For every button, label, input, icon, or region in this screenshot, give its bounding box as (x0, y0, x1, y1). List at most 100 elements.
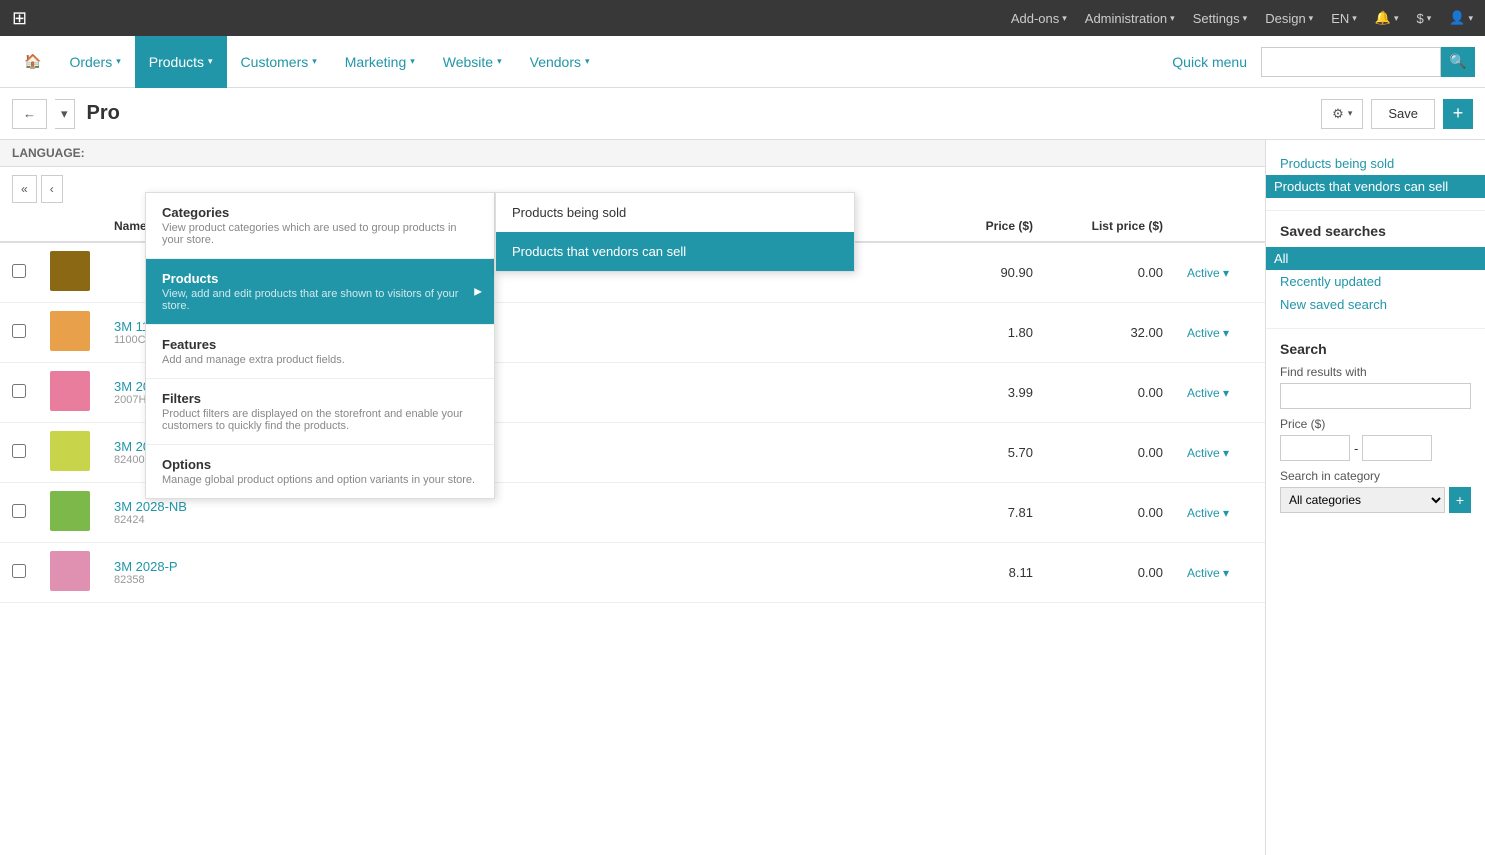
administration-caret: ▾ (1170, 13, 1175, 24)
category-select-row: All categories + (1280, 487, 1471, 513)
price-cell: 3.99 (935, 363, 1045, 423)
nav-customers[interactable]: Customers ▾ (227, 36, 331, 88)
find-results-input[interactable] (1280, 383, 1471, 409)
design-menu[interactable]: Design ▾ (1265, 11, 1313, 26)
design-caret: ▾ (1309, 13, 1314, 24)
sub-products-being-sold[interactable]: Products being sold (496, 193, 854, 232)
row-checkbox[interactable] (12, 264, 26, 278)
dropdown-categories[interactable]: Categories View product categories which… (146, 193, 494, 258)
price-cell: 8.11 (935, 543, 1045, 603)
row-checkbox[interactable] (12, 324, 26, 338)
price-separator: - (1354, 441, 1358, 456)
save-button[interactable]: Save (1371, 99, 1435, 129)
price-cell: 1.80 (935, 303, 1045, 363)
list-price-cell: 0.00 (1045, 242, 1175, 303)
row-checkbox[interactable] (12, 504, 26, 518)
page-title: Pro (87, 102, 120, 125)
settings-menu[interactable]: Settings ▾ (1193, 11, 1248, 26)
status-badge[interactable]: Active ▾ (1187, 446, 1253, 460)
product-image (50, 431, 90, 471)
status-badge[interactable]: Active ▾ (1187, 266, 1253, 280)
product-link[interactable]: 3M 2028-NB (114, 499, 187, 514)
search-panel: Search Find results with Price ($) - Sea… (1266, 329, 1485, 525)
addons-caret: ▾ (1062, 13, 1067, 24)
gear-button[interactable]: ⚙ ▾ (1321, 99, 1363, 129)
table-row: 3M 2028-P 82358 8.11 0.00 Active ▾ (0, 543, 1265, 603)
dropdown-filters[interactable]: Filters Product filters are displayed on… (146, 379, 494, 444)
sidebar-products-being-sold[interactable]: Products being sold (1280, 152, 1471, 175)
list-price-cell: 0.00 (1045, 483, 1175, 543)
customers-caret: ▾ (312, 56, 317, 67)
image-header (38, 211, 102, 242)
status-badge[interactable]: Active ▾ (1187, 386, 1253, 400)
quick-menu-link[interactable]: Quick menu (1158, 54, 1261, 70)
features-desc: Add and manage extra product fields. (162, 354, 478, 366)
saved-search-new[interactable]: New saved search (1280, 293, 1471, 316)
select-all-header (0, 211, 38, 242)
prev-page-button[interactable]: ‹ (41, 175, 63, 203)
nav-home[interactable]: 🏠 (10, 36, 55, 88)
add-button[interactable]: + (1443, 99, 1473, 129)
first-page-button[interactable]: « (12, 175, 37, 203)
price-max-input[interactable] (1362, 435, 1432, 461)
price-label: Price ($) (1280, 417, 1471, 431)
currency-selector[interactable]: $ ▾ (1417, 11, 1432, 26)
filters-desc: Product filters are displayed on the sto… (162, 408, 478, 432)
row-checkbox[interactable] (12, 444, 26, 458)
nav-marketing[interactable]: Marketing ▾ (331, 36, 429, 88)
price-cell: 5.70 (935, 423, 1045, 483)
price-min-input[interactable] (1280, 435, 1350, 461)
dropdown-products[interactable]: Products View, add and edit products tha… (146, 259, 494, 324)
price-cell: 90.90 (935, 242, 1045, 303)
notifications-bell[interactable]: 🔔 ▾ (1375, 10, 1399, 26)
back-dropdown-button[interactable]: ▾ (55, 99, 75, 129)
nav-website[interactable]: Website ▾ (429, 36, 516, 88)
dropdown-options[interactable]: Options Manage global product options an… (146, 445, 494, 498)
category-select[interactable]: All categories (1280, 487, 1445, 513)
user-menu[interactable]: 👤 ▾ (1449, 10, 1473, 26)
nav-vendors[interactable]: Vendors ▾ (516, 36, 604, 88)
language-caret: ▾ (1352, 13, 1357, 24)
main-wrapper: LANGUAGE: « ‹ Name Price ($) List price … (0, 140, 1485, 855)
row-checkbox[interactable] (12, 384, 26, 398)
status-badge[interactable]: Active ▾ (1187, 326, 1253, 340)
top-bar: ⊞ Add-ons ▾ Administration ▾ Settings ▾ … (0, 0, 1485, 36)
nav-search-button[interactable]: 🔍 (1441, 47, 1475, 77)
product-code: 82358 (114, 574, 923, 586)
find-results-label: Find results with (1280, 365, 1471, 379)
price-range: - (1280, 435, 1471, 461)
marketing-caret: ▾ (410, 56, 415, 67)
sub-products-vendors-sell[interactable]: Products that vendors can sell (496, 232, 854, 271)
product-link[interactable]: 3M 2028-P (114, 559, 178, 574)
features-title: Features (162, 337, 478, 352)
content-area: LANGUAGE: « ‹ Name Price ($) List price … (0, 140, 1265, 855)
status-header (1175, 211, 1265, 242)
row-checkbox[interactable] (12, 564, 26, 578)
saved-search-recently-updated[interactable]: Recently updated (1280, 270, 1471, 293)
nav-search-input[interactable] (1261, 47, 1441, 77)
options-title: Options (162, 457, 478, 472)
saved-search-all[interactable]: All (1266, 247, 1485, 270)
sidebar-links-section: Products being sold Products that vendor… (1266, 140, 1485, 211)
dropdown-features[interactable]: Features Add and manage extra product fi… (146, 325, 494, 378)
website-caret: ▾ (497, 56, 502, 67)
administration-menu[interactable]: Administration ▾ (1085, 11, 1175, 26)
categories-title: Categories (162, 205, 478, 220)
sidebar-products-vendors-sell[interactable]: Products that vendors can sell (1266, 175, 1485, 198)
settings-caret: ▾ (1243, 13, 1248, 24)
price-cell: 7.81 (935, 483, 1045, 543)
products-caret: ▾ (208, 56, 213, 67)
addons-menu[interactable]: Add-ons ▾ (1011, 11, 1067, 26)
language-selector[interactable]: EN ▾ (1331, 11, 1357, 26)
back-button[interactable]: ← (12, 99, 47, 129)
filters-title: Filters (162, 391, 478, 406)
nav-products[interactable]: Products ▾ (135, 36, 227, 88)
status-badge[interactable]: Active ▾ (1187, 506, 1253, 520)
logo-icon[interactable]: ⊞ (12, 8, 27, 29)
status-badge[interactable]: Active ▾ (1187, 566, 1253, 580)
nav-bar: 🏠 Orders ▾ Products ▾ Customers ▾ Market… (0, 36, 1485, 88)
nav-orders[interactable]: Orders ▾ (55, 36, 134, 88)
category-add-button[interactable]: + (1449, 487, 1471, 513)
list-price-cell: 0.00 (1045, 423, 1175, 483)
category-label: Search in category (1280, 469, 1471, 483)
